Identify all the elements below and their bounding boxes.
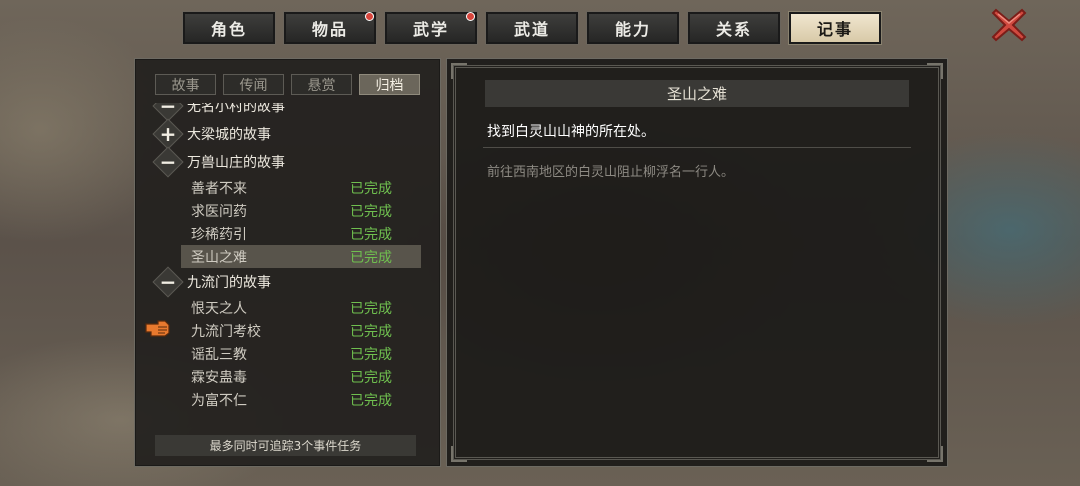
subtab-0[interactable]: 故事	[155, 74, 216, 95]
quest-name: 为富不仁	[191, 392, 247, 409]
quest-group-label: 无名小村的故事	[187, 103, 285, 115]
quest-status: 已完成	[350, 369, 392, 386]
expand-icon[interactable]: +	[152, 118, 184, 150]
pointing-hand-icon	[145, 320, 170, 337]
quest-status: 已完成	[350, 346, 392, 363]
quest-detail-panel: 圣山之难 找到白灵山山神的所在处。 前往西南地区的白灵山阻止柳浮名一行人。	[446, 58, 948, 467]
quest-name: 善者不来	[191, 180, 247, 197]
frame-corner-ornament	[451, 63, 467, 79]
quest-status: 已完成	[350, 180, 392, 197]
quest-item[interactable]: 九流门考校 已完成	[145, 319, 432, 342]
quest-item[interactable]: 求医问药 已完成	[145, 199, 432, 222]
tab-label: 武道	[513, 20, 550, 39]
tracking-limit-note: 最多同时可追踪3个事件任务	[155, 435, 416, 456]
quest-name: 谣乱三教	[191, 346, 247, 363]
quest-item[interactable]: 圣山之难 已完成	[181, 245, 421, 268]
collapse-icon[interactable]: −	[152, 146, 184, 178]
quest-list-panel: 故事 传闻 悬赏 归档 − 无名小村的故事 + 大梁城的故事 − 万兽山庄的故事 善者不来 已完成求…	[134, 58, 441, 467]
notification-badge-icon	[365, 12, 374, 21]
quest-group-label: 大梁城的故事	[187, 127, 271, 143]
quest-category-tabs: 故事 传闻 悬赏 归档	[155, 74, 420, 95]
frame-corner-ornament	[927, 446, 943, 462]
tab-label: 关系	[715, 20, 752, 39]
quest-objective: 找到白灵山山神的所在处。	[487, 124, 655, 140]
quest-name: 求医问药	[191, 203, 247, 220]
tab-label: 角色	[210, 20, 247, 39]
quest-status: 已完成	[350, 203, 392, 220]
collapse-icon[interactable]: −	[152, 266, 184, 298]
quest-group[interactable]: − 九流门的故事	[145, 266, 432, 298]
tab-2[interactable]: 武学	[384, 11, 478, 45]
quest-group[interactable]: − 无名小村的故事	[145, 103, 432, 122]
quest-item[interactable]: 恨天之人 已完成	[145, 296, 432, 319]
subtab-3[interactable]: 归档	[359, 74, 420, 95]
quest-item[interactable]: 为富不仁 已完成	[145, 388, 432, 411]
tab-label: 武学	[412, 20, 449, 39]
quest-status: 已完成	[350, 323, 392, 340]
quest-group-label: 九流门的故事	[187, 275, 271, 291]
subtab-2[interactable]: 悬赏	[291, 74, 352, 95]
quest-status: 已完成	[350, 249, 392, 266]
quest-item[interactable]: 霖安蛊毒 已完成	[145, 365, 432, 388]
quest-name: 九流门考校	[191, 323, 261, 340]
tab-1[interactable]: 物品	[283, 11, 377, 45]
quest-name: 圣山之难	[191, 249, 247, 266]
quest-status: 已完成	[350, 392, 392, 409]
quest-status: 已完成	[350, 300, 392, 317]
tab-0[interactable]: 角色	[182, 11, 276, 45]
tab-label: 能力	[614, 20, 651, 39]
quest-name: 恨天之人	[191, 300, 247, 317]
divider	[483, 147, 911, 148]
tab-label: 物品	[311, 20, 348, 39]
quest-name: 珍稀药引	[191, 226, 247, 243]
tab-4[interactable]: 能力	[586, 11, 680, 45]
quest-description: 前往西南地区的白灵山阻止柳浮名一行人。	[487, 165, 735, 180]
tab-6[interactable]: 记事	[788, 11, 882, 45]
quest-item[interactable]: 善者不来 已完成	[145, 176, 432, 199]
frame-corner-ornament	[451, 446, 467, 462]
quest-item[interactable]: 珍稀药引 已完成	[145, 222, 432, 245]
notification-badge-icon	[466, 12, 475, 21]
quest-group[interactable]: − 万兽山庄的故事	[145, 146, 432, 178]
tab-label: 记事	[816, 20, 853, 39]
frame-corner-ornament	[927, 63, 943, 79]
quest-group-label: 万兽山庄的故事	[187, 155, 285, 171]
quest-item[interactable]: 谣乱三教 已完成	[145, 342, 432, 365]
close-icon[interactable]	[990, 6, 1028, 44]
tab-3[interactable]: 武道	[485, 11, 579, 45]
quest-status: 已完成	[350, 226, 392, 243]
quest-group[interactable]: + 大梁城的故事	[145, 118, 432, 150]
quest-list[interactable]: − 无名小村的故事 + 大梁城的故事 − 万兽山庄的故事 善者不来 已完成 求医问药 已完成 珍稀药…	[145, 103, 432, 436]
subtab-1[interactable]: 传闻	[223, 74, 284, 95]
quest-title: 圣山之难	[485, 80, 909, 107]
tab-5[interactable]: 关系	[687, 11, 781, 45]
quest-name: 霖安蛊毒	[191, 369, 247, 386]
main-tab-bar: 角色 物品 武学 武道 能力 关系 记事	[182, 11, 882, 45]
